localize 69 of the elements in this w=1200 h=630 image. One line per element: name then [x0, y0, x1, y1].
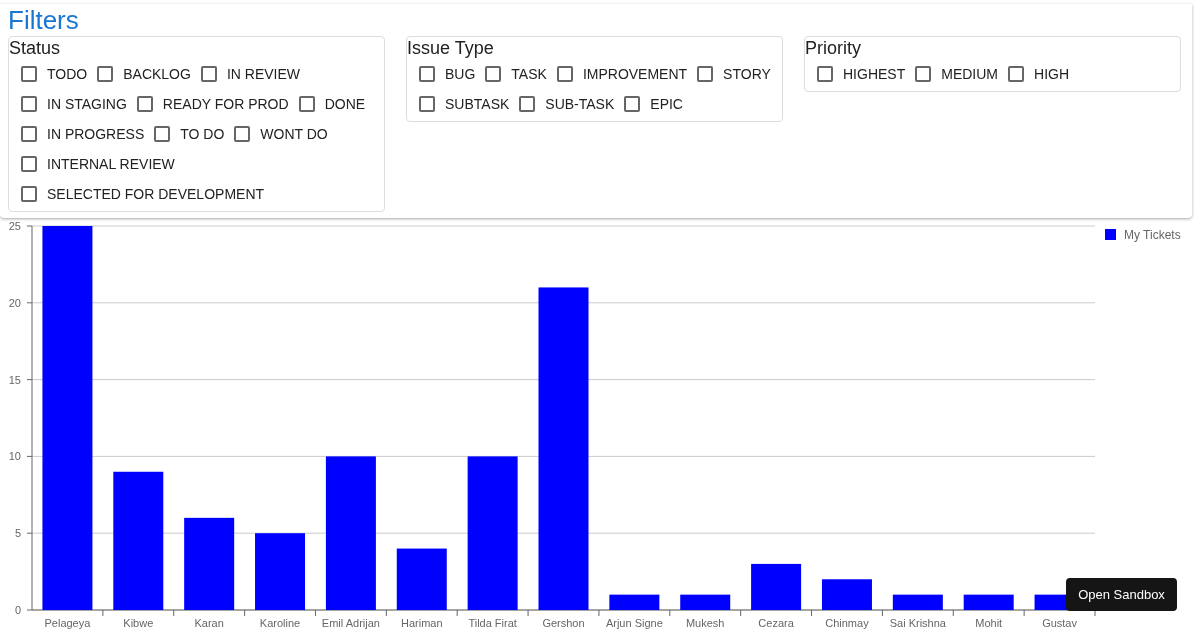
checkbox[interactable]	[419, 66, 435, 82]
checkbox-label[interactable]: IN PROGRESS	[47, 119, 145, 149]
checkbox-label[interactable]: BUG	[445, 59, 476, 89]
checkbox-label[interactable]: BACKLOG	[123, 59, 191, 89]
checkbox-label[interactable]: HIGH	[1034, 59, 1069, 89]
x-tick-label: Karoline	[259, 617, 301, 629]
x-tick-label: Tilda Firat	[468, 617, 517, 629]
group-title: Status	[9, 37, 62, 59]
checkbox-label[interactable]: READY FOR PROD	[162, 89, 289, 119]
x-tick-label: Pelageya	[44, 617, 91, 629]
x-tick-label: Gustav	[1042, 617, 1077, 629]
x-tick-label: Karan	[194, 617, 224, 629]
x-tick-label: Kibwe	[123, 617, 154, 629]
checkbox[interactable]	[21, 156, 37, 172]
x-tick-label: Arjun Signe	[605, 617, 663, 629]
group-title: Issue Type	[407, 37, 495, 59]
checkbox[interactable]	[154, 126, 171, 142]
checkbox-label[interactable]: EPIC	[650, 89, 683, 119]
checkbox-label[interactable]: TODO	[47, 59, 88, 89]
y-tick-label: 25	[8, 220, 21, 232]
y-tick-label: 20	[8, 296, 21, 309]
checkbox[interactable]	[234, 126, 251, 142]
y-tick-label: 10	[8, 450, 21, 463]
checkbox[interactable]	[200, 66, 217, 82]
x-tick-label: Hariman	[401, 617, 443, 629]
x-tick-label: Mukesh	[685, 617, 725, 629]
checkbox[interactable]	[697, 66, 714, 82]
checkbox[interactable]	[556, 66, 573, 82]
checkbox[interactable]	[21, 96, 37, 112]
checkbox-label[interactable]: STORY	[723, 59, 771, 89]
checkbox-label[interactable]: DONE	[324, 89, 366, 119]
checkbox[interactable]	[915, 66, 932, 82]
checkbox-label[interactable]: WONT DO	[260, 119, 328, 149]
checkbox-label[interactable]: IMPROVEMENT	[582, 59, 688, 89]
checkbox[interactable]	[298, 96, 315, 112]
checkbox-label[interactable]: SUB-TASK	[545, 89, 615, 119]
checkbox-label[interactable]: SELECTED FOR DEVELOPMENT	[47, 179, 265, 209]
checkbox-label[interactable]: HIGHEST	[843, 59, 906, 89]
x-tick-label: Gershon	[542, 617, 585, 629]
checkbox-label[interactable]: INTERNAL REVIEW	[47, 149, 175, 179]
checkbox[interactable]	[136, 96, 153, 112]
group-title: Priority	[805, 37, 862, 59]
open-sandbox-button[interactable]: Open Sandbox	[1066, 578, 1177, 611]
y-tick-label: 5	[14, 527, 21, 540]
checkbox[interactable]	[21, 186, 37, 202]
y-tick-label: 15	[8, 373, 21, 386]
x-tick-label: Mohit	[975, 617, 1003, 629]
checkbox-label[interactable]: SUBTASK	[445, 89, 510, 119]
checkbox-label[interactable]: IN REVIEW	[226, 59, 301, 89]
checkbox[interactable]	[97, 66, 114, 82]
checkbox[interactable]	[817, 66, 833, 82]
checkbox[interactable]	[624, 96, 641, 112]
checkbox-label[interactable]: TO DO	[180, 119, 225, 149]
x-tick-label: Cezara	[758, 617, 794, 629]
checkbox[interactable]	[485, 66, 502, 82]
checkbox-label[interactable]: IN STAGING	[47, 89, 127, 119]
checkbox[interactable]	[1008, 66, 1024, 82]
x-tick-label: Chinmay	[825, 617, 869, 629]
filters-title: Filters	[8, 4, 80, 36]
y-tick-label: 0	[14, 604, 21, 616]
checkbox[interactable]	[21, 66, 37, 82]
checkbox[interactable]	[21, 126, 37, 142]
legend-label: My Tickets	[1124, 228, 1181, 242]
checkbox[interactable]	[419, 96, 435, 112]
x-tick-label: Sai Krishna	[889, 617, 946, 629]
checkbox-label[interactable]: MEDIUM	[941, 59, 998, 89]
checkbox-label[interactable]: TASK	[511, 59, 547, 89]
checkbox[interactable]	[519, 96, 536, 112]
x-tick-label: Emil Adrijan	[321, 617, 380, 629]
